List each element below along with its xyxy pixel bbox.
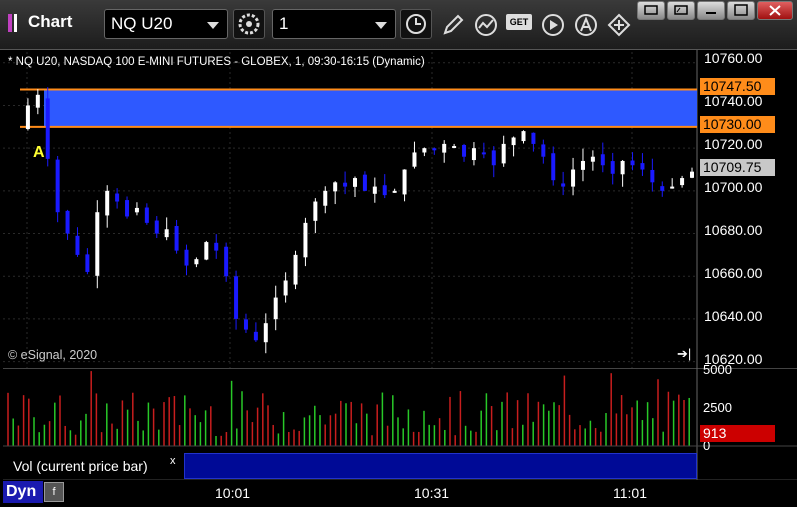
candle-body [442, 143, 447, 153]
candle-body [174, 225, 179, 251]
candle-body [283, 280, 288, 296]
candle-body [303, 222, 308, 258]
candle-body [422, 148, 427, 153]
price-tick: 10700.00 [704, 179, 763, 195]
time-tick: 10:01 [215, 485, 251, 501]
candle-body [551, 153, 556, 181]
chart-title: * NQ U20, NASDAQ 100 E-MINI FUTURES - GL… [8, 56, 425, 68]
candle-body [164, 229, 169, 238]
candle-body [590, 156, 595, 162]
candle-body [372, 186, 377, 194]
candle-body [521, 131, 526, 142]
candle-body [45, 98, 50, 159]
candle-body [75, 235, 80, 255]
candle-body [511, 137, 516, 146]
candle-body [670, 186, 675, 189]
candle-body [65, 210, 70, 234]
candle-body [293, 254, 298, 285]
candle-body [690, 171, 694, 178]
candle-body [392, 190, 397, 193]
candle-body [194, 259, 199, 265]
candle-body [273, 297, 278, 320]
candle-body [660, 186, 665, 191]
candle-body [382, 185, 387, 196]
candle-body [105, 190, 110, 216]
candle-body [243, 319, 248, 330]
candle-body [353, 178, 357, 187]
candle-body [25, 105, 30, 130]
candle-body [471, 148, 476, 161]
candle-body [214, 242, 219, 251]
candle-body [462, 144, 467, 157]
copyright-text: © eSignal, 2020 [8, 348, 98, 362]
candle-body [630, 160, 635, 166]
candle-body [154, 220, 159, 234]
zone-bottom-tag: 10730.00 [700, 116, 775, 133]
candle-body [55, 159, 60, 213]
volume-tick: 5000 [703, 362, 732, 377]
candle-body [402, 169, 407, 195]
candle-body [531, 132, 536, 144]
candle-body [333, 182, 338, 192]
dynamic-mode-button[interactable]: Dyn [3, 481, 43, 503]
zone-top-tag: 10747.50 [700, 78, 775, 95]
candle-body [571, 169, 576, 187]
candle-body [323, 190, 328, 206]
candle-body [204, 242, 209, 260]
candle-body [263, 323, 268, 343]
price-tick: 10740.00 [704, 93, 763, 109]
time-tick: 11:01 [613, 485, 647, 501]
candle-body [253, 331, 258, 341]
last-price-tag: 10709.75 [700, 159, 775, 176]
legend-bar [184, 453, 697, 479]
candle-body [580, 160, 585, 170]
candle-body [95, 212, 100, 276]
candle-body [412, 152, 417, 167]
candle-body [541, 144, 546, 157]
candle-body [600, 154, 605, 166]
volume-current-tag: 913 [700, 425, 775, 442]
candle-body [620, 160, 625, 175]
candle-body [610, 161, 615, 174]
candle-body [343, 182, 348, 187]
price-tick: 10680.00 [704, 222, 763, 238]
marker-label: A [33, 144, 45, 161]
price-tick: 10660.00 [704, 265, 763, 281]
candle-body [481, 152, 486, 155]
candle-body [35, 94, 40, 108]
candle-body [640, 163, 645, 170]
scroll-to-end-icon[interactable]: ➔| [677, 346, 691, 362]
price-tick: 10760.00 [704, 50, 763, 66]
candle-body [224, 246, 229, 277]
candle-body [313, 201, 318, 221]
candle-body [561, 183, 566, 187]
candle-body [125, 200, 130, 217]
candle-body [234, 276, 239, 319]
candle-body [432, 148, 437, 151]
candle-body [650, 169, 655, 183]
candle-body [362, 174, 367, 191]
price-tick: 10640.00 [704, 308, 763, 324]
resistance-zone [44, 89, 697, 127]
chart-canvas[interactable] [0, 0, 797, 480]
candle-body [184, 249, 189, 266]
legend-close-button[interactable]: x [170, 455, 176, 467]
candle-body [680, 178, 685, 186]
candle-body [452, 146, 457, 149]
candle-body [491, 150, 496, 166]
time-tick: 10:31 [414, 485, 450, 501]
lock-icon[interactable]: f [44, 482, 64, 502]
candle-body [115, 193, 120, 202]
candle-body [85, 254, 90, 272]
time-axis-bar [0, 480, 797, 507]
candle-body [501, 143, 506, 164]
candle-body [134, 207, 139, 213]
volume-legend: Vol (current price bar) [3, 453, 183, 479]
price-tick: 10720.00 [704, 136, 763, 152]
volume-tick: 2500 [703, 400, 732, 415]
candle-body [144, 207, 149, 223]
